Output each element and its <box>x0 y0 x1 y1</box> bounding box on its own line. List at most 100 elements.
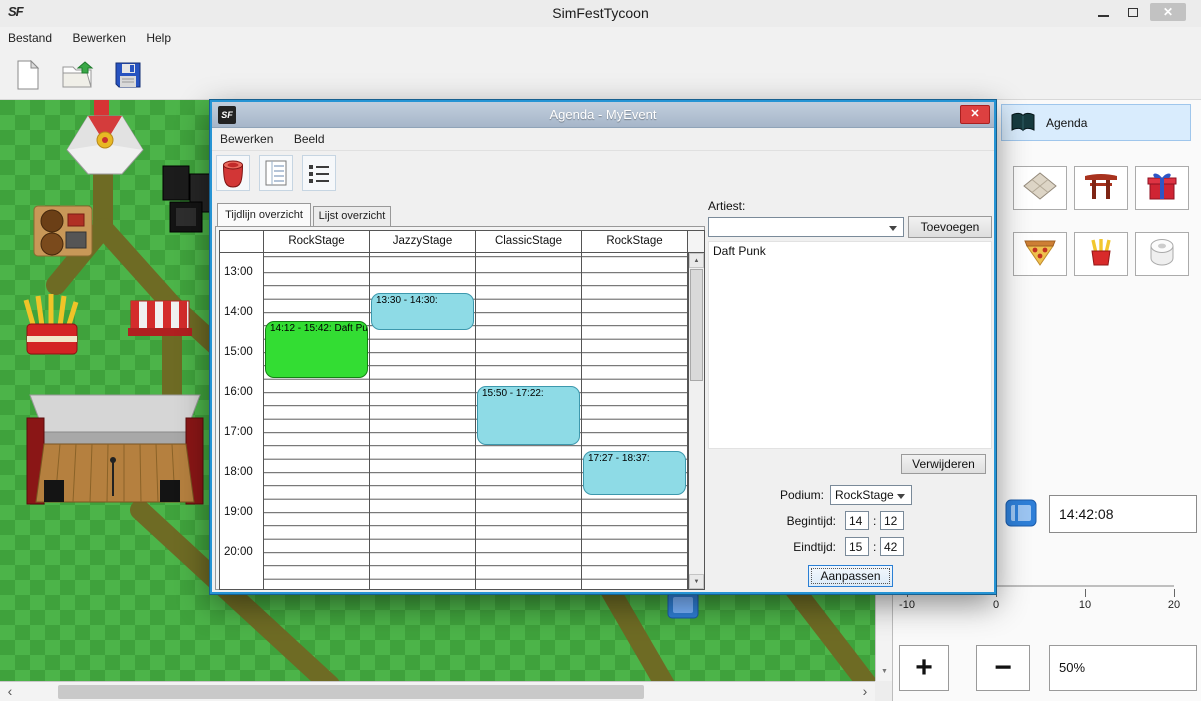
blue-crate <box>668 592 698 618</box>
open-file-button[interactable] <box>58 54 98 96</box>
time-label: 13:00 <box>224 266 253 278</box>
timeline-view-button[interactable] <box>259 155 293 191</box>
agenda-book-icon <box>1010 112 1036 134</box>
slider-tick-label: 20 <box>1160 599 1188 611</box>
agenda-label: Agenda <box>1046 116 1087 130</box>
time-label: 19:00 <box>224 506 253 518</box>
striped-tent <box>128 301 192 336</box>
trash-icon <box>220 158 246 188</box>
dialog-menu-bar: Bewerken Beeld <box>212 129 994 151</box>
time-label: 16:00 <box>224 386 253 398</box>
zoom-out-button[interactable]: − <box>976 645 1030 691</box>
slider-tick-label: -10 <box>893 599 921 611</box>
bbq-table <box>34 206 92 256</box>
blue-display-icon <box>1004 497 1038 529</box>
dialog-menu-beeld[interactable]: Beeld <box>286 129 333 146</box>
schedule-grid[interactable]: 14:12 - 15:42: Daft Punk13:30 - 14:30: 15… <box>264 253 688 589</box>
schedule-scroll-down-icon[interactable]: ▼ <box>689 574 704 589</box>
sidebar-item-agenda[interactable]: Agenda <box>1001 104 1191 141</box>
save-file-button[interactable] <box>108 54 148 96</box>
slider-tick-label: 10 <box>1071 599 1099 611</box>
fries-icon <box>1083 237 1119 272</box>
list-view-icon <box>307 161 331 185</box>
schedule-scrollbar-thumb[interactable] <box>690 269 703 381</box>
schedule-scrollbar[interactable]: ▲ ▼ <box>688 253 704 589</box>
save-disk-icon <box>113 60 143 90</box>
zoom-in-button[interactable]: + <box>899 645 949 691</box>
artist-combobox[interactable] <box>708 217 904 237</box>
dialog-close-button[interactable]: ✕ <box>960 105 990 124</box>
add-artist-button[interactable]: Toevoegen <box>908 216 992 238</box>
end-hour-field[interactable] <box>845 537 869 556</box>
new-document-icon <box>16 60 40 90</box>
shop-item-fries[interactable] <box>1074 232 1128 276</box>
podium-combobox[interactable]: RockStage <box>830 485 912 505</box>
timeline-view-icon <box>264 159 288 187</box>
schedule-event[interactable]: 14:12 - 15:42: Daft Punk <box>265 321 368 378</box>
begin-minute-field[interactable] <box>880 511 904 530</box>
circus-tent <box>67 116 143 174</box>
time-label: 14:00 <box>224 306 253 318</box>
slider-tick-label: 0 <box>982 599 1010 611</box>
artist-listbox[interactable]: Daft Punk <box>708 241 992 449</box>
main-toolbar <box>0 50 1201 100</box>
menu-bestand[interactable]: Bestand <box>0 27 60 45</box>
stage-column-header: JazzyStage <box>370 231 476 253</box>
shop-item-torii-gate[interactable] <box>1074 166 1128 210</box>
apply-button[interactable]: Aanpassen <box>808 565 893 587</box>
dialog-menu-bewerken[interactable]: Bewerken <box>212 129 281 146</box>
tab-lijst-overzicht[interactable]: Lijst overzicht <box>313 206 391 226</box>
scroll-down-icon[interactable]: ▼ <box>876 663 893 681</box>
delete-event-button[interactable] <box>216 155 250 191</box>
shop-item-grid <box>1013 166 1199 276</box>
scroll-right-icon[interactable]: › <box>857 683 873 701</box>
minimize-button[interactable] <box>1090 3 1116 21</box>
shop-item-gift-box[interactable] <box>1135 166 1189 210</box>
minimize-icon <box>1098 15 1109 17</box>
time-label: 18:00 <box>224 466 253 478</box>
agenda-dialog: SF Agenda - MyEvent ✕ Bewerken Beeld Tij… <box>210 100 996 594</box>
end-minute-field[interactable] <box>880 537 904 556</box>
clock-display: 14:42:08 <box>1049 495 1197 533</box>
schedule-event[interactable]: 17:27 - 18:37: <box>583 451 686 495</box>
stage-column-header: RockStage <box>582 231 688 253</box>
horizontal-scrollbar-thumb[interactable] <box>58 685 644 699</box>
floor-tile-icon <box>1022 171 1058 206</box>
pizza-slice-icon <box>1022 237 1058 272</box>
chevron-down-icon <box>897 494 905 499</box>
list-view-button[interactable] <box>302 155 336 191</box>
slider-tick <box>1174 589 1175 597</box>
new-file-button[interactable] <box>8 54 48 96</box>
time-label: 20:00 <box>224 546 253 558</box>
schedule-time-gutter: 13:0014:0015:0016:0017:0018:0019:0020:00 <box>220 253 264 589</box>
schedule-table: RockStageJazzyStageClassicStageRockStage… <box>219 230 705 590</box>
schedule-event[interactable]: 13:30 - 14:30: <box>371 293 474 330</box>
gift-box-icon <box>1144 171 1180 206</box>
schedule-header: RockStageJazzyStageClassicStageRockStage <box>220 231 704 253</box>
shop-item-toilet-roll[interactable] <box>1135 232 1189 276</box>
dialog-title: Agenda - MyEvent <box>212 107 994 122</box>
shop-item-pizza-slice[interactable] <box>1013 232 1067 276</box>
app-window: SF SimFestTycoon ✕ Bestand Bewerken Help <box>0 0 1201 701</box>
artist-list-item[interactable]: Daft Punk <box>709 242 991 260</box>
scroll-left-icon[interactable]: ‹ <box>2 683 18 701</box>
shop-item-floor-tile[interactable] <box>1013 166 1067 210</box>
begin-time-label: Begintijd: <box>732 514 836 528</box>
dialog-toolbar <box>216 155 336 191</box>
schedule-event[interactable]: 15:50 - 17:22: <box>477 386 580 444</box>
open-folder-icon <box>61 60 95 90</box>
chevron-down-icon <box>889 226 897 231</box>
menu-bewerken[interactable]: Bewerken <box>65 27 134 45</box>
stage-column-header: ClassicStage <box>476 231 582 253</box>
tab-tijdlijn-overzicht[interactable]: Tijdlijn overzicht <box>217 203 311 226</box>
begin-hour-field[interactable] <box>845 511 869 530</box>
window-close-button[interactable]: ✕ <box>1150 3 1186 21</box>
map-horizontal-scrollbar[interactable]: ‹ › <box>0 681 875 701</box>
remove-artist-button[interactable]: Verwijderen <box>901 454 986 474</box>
dialog-titlebar[interactable]: SF Agenda - MyEvent ✕ <box>212 102 994 128</box>
time-label: 15:00 <box>224 346 253 358</box>
schedule-scroll-up-icon[interactable]: ▲ <box>689 253 704 268</box>
clock-icon-button[interactable] <box>1003 497 1039 529</box>
menu-help[interactable]: Help <box>138 27 179 45</box>
maximize-button[interactable] <box>1120 3 1146 21</box>
